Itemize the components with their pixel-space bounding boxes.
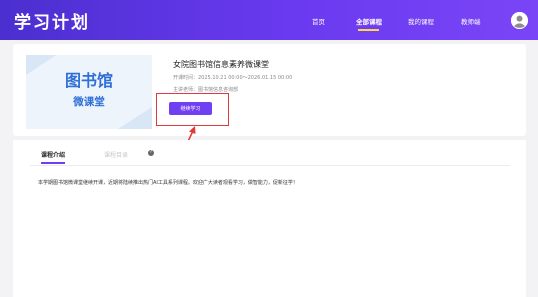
- course-dates: 开课时间：2025.10.21 00:00～2026.01.15 00:00: [173, 75, 293, 81]
- brand-title: 学习计划: [14, 13, 90, 33]
- user-avatar-icon[interactable]: [511, 12, 528, 29]
- nav-all-courses[interactable]: 全部课程: [356, 16, 382, 26]
- active-tab-indicator: [41, 162, 65, 164]
- tab-course-catalog[interactable]: 课程目录: [104, 150, 128, 159]
- tab-divider: [30, 165, 510, 166]
- course-description: 本学期图书馆微课堂继续开课，近期将陆续推出热门AI工具系列课程。欢迎广大读者观看…: [38, 180, 298, 186]
- nav-home[interactable]: 首页: [312, 16, 325, 26]
- course-organizer: 主讲老师：图书馆信息咨询部: [173, 87, 239, 93]
- cover-title: 图书馆: [64, 71, 113, 90]
- course-cover-image: 图书馆 微课堂: [26, 55, 152, 129]
- help-icon[interactable]: ?: [148, 150, 154, 156]
- continue-learning-button[interactable]: 继续学习: [169, 102, 212, 115]
- tab-course-intro[interactable]: 课程介绍: [41, 150, 65, 159]
- nav-teacher[interactable]: 教师端: [461, 16, 481, 26]
- active-nav-indicator: [358, 29, 379, 31]
- cover-subtitle: 微课堂: [73, 96, 105, 108]
- course-detail-card: [13, 140, 526, 297]
- course-title: 女院图书馆信息素养微课堂: [173, 60, 269, 69]
- nav-my-courses[interactable]: 我的课程: [408, 16, 434, 26]
- top-navbar: 学习计划 首页 全部课程 我的课程 教师端: [0, 0, 538, 40]
